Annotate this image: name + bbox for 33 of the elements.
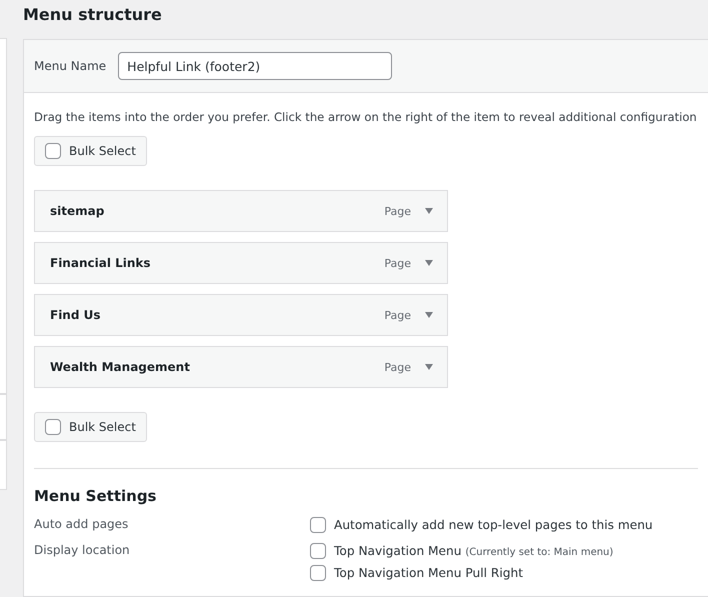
- menu-item[interactable]: Find Us Page: [34, 294, 448, 336]
- item-type-label: Page: [384, 256, 411, 270]
- item-type-label: Page: [384, 360, 411, 374]
- item-type-label: Page: [384, 204, 411, 218]
- caret-icon[interactable]: [425, 312, 433, 318]
- bulk-select-button[interactable]: Bulk Select: [34, 136, 147, 166]
- option-label: Top Navigation Menu Pull Right: [334, 566, 523, 580]
- menu-item[interactable]: Financial Links Page: [34, 242, 448, 284]
- menu-item-title: Wealth Management: [50, 360, 191, 374]
- option-label: Automatically add new top-level pages to this menu: [334, 518, 653, 532]
- menu-item-title: Find Us: [50, 308, 102, 322]
- setting-label: Auto add pages: [34, 517, 130, 533]
- bulk-select-button[interactable]: Bulk Select: [34, 412, 147, 442]
- checkbox[interactable]: [310, 517, 326, 533]
- section-heading: Menu structure: [23, 4, 163, 26]
- settings-heading: Menu Settings: [34, 487, 158, 505]
- option-label: Top Navigation Menu (Currently set to: Main menu): [334, 544, 614, 558]
- field-label: Menu Name: [34, 59, 106, 73]
- checkbox[interactable]: [45, 419, 61, 435]
- checkbox[interactable]: [310, 565, 326, 581]
- caret-icon[interactable]: [425, 208, 433, 214]
- item-type-label: Page: [384, 308, 411, 322]
- menu-item-title: sitemap: [50, 204, 106, 218]
- menu-name-field[interactable]: Helpful Link (footer2): [118, 52, 392, 80]
- caret-icon[interactable]: [425, 260, 433, 266]
- menu-item[interactable]: sitemap Page: [34, 190, 448, 232]
- caret-icon[interactable]: [425, 364, 433, 370]
- checkbox[interactable]: [45, 143, 61, 159]
- checkbox[interactable]: [310, 543, 326, 559]
- instructions-text: Drag the items into the order you prefer. Click the arrow on the right of the item to reveal additional configuration: [34, 110, 698, 124]
- setting-label: Display location: [34, 543, 131, 559]
- menu-item[interactable]: Wealth Management Page: [34, 346, 448, 388]
- menu-item-title: Financial Links: [50, 256, 152, 270]
